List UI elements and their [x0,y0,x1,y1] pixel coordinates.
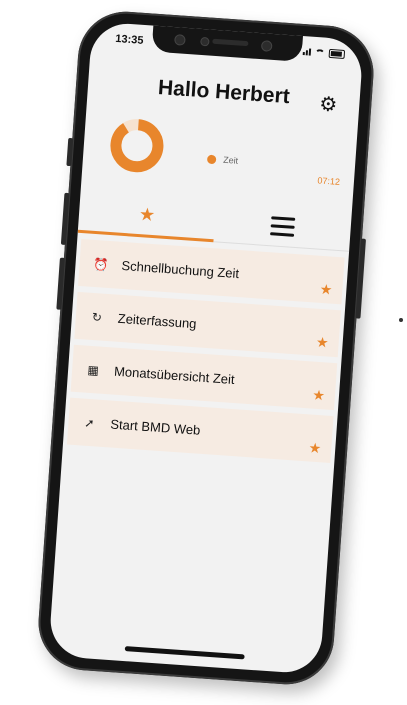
legend-label: Zeit [222,154,239,166]
speaker-grille [212,38,249,47]
notch [151,23,304,62]
power-button [355,238,367,319]
phone-frame: 13:35 Hallo Herbert ⚙ Zeit 07:12 ★ ⏰ Sch… [35,8,377,688]
time-donut-chart [110,119,164,173]
mute-switch [66,137,74,167]
favorites-list: ⏰ Schnellbuchung Zeit ★ ↻ Zeiterfassung … [66,239,345,469]
list-item-label: Schnellbuchung Zeit [121,257,240,282]
status-time: 13:35 [114,32,144,47]
app-screen: 13:35 Hallo Herbert ⚙ Zeit 07:12 ★ ⏰ Sch… [48,21,364,675]
list-item-label: Zeiterfassung [117,310,197,332]
decorative-dot [399,318,403,322]
battery-icon [328,48,346,59]
refresh-clock-icon: ↻ [91,309,103,325]
hamburger-menu-icon[interactable] [213,202,352,252]
volume-down-button [56,257,65,310]
volume-up-button [60,192,70,245]
status-icons [302,47,346,59]
star-icon[interactable]: ★ [308,439,322,457]
camera-lens [260,40,273,52]
list-item-label: Start BMD Web [109,416,201,438]
home-indicator[interactable] [124,646,245,660]
list-item-label: Monatsübersicht Zeit [113,363,236,388]
star-icon: ★ [138,204,156,226]
camera-lens [200,36,210,47]
alarm-clock-icon: ⏰ [93,256,110,272]
star-icon[interactable]: ★ [316,334,330,352]
list-item-start-bmd-web[interactable]: ➚ Start BMD Web ★ [66,397,334,463]
time-value: 07:12 [317,175,341,187]
wifi-icon [314,48,326,57]
chart-legend: Zeit [206,154,239,166]
gear-icon[interactable]: ⚙ [317,93,340,116]
tab-favorites[interactable]: ★ [77,192,217,243]
legend-dot [206,154,217,164]
calendar-icon: ▦ [87,362,100,378]
camera-lens [174,34,186,46]
pointer-icon: ➚ [84,415,96,430]
star-icon[interactable]: ★ [319,281,333,299]
star-icon[interactable]: ★ [312,387,326,405]
signal-icon [302,48,312,56]
